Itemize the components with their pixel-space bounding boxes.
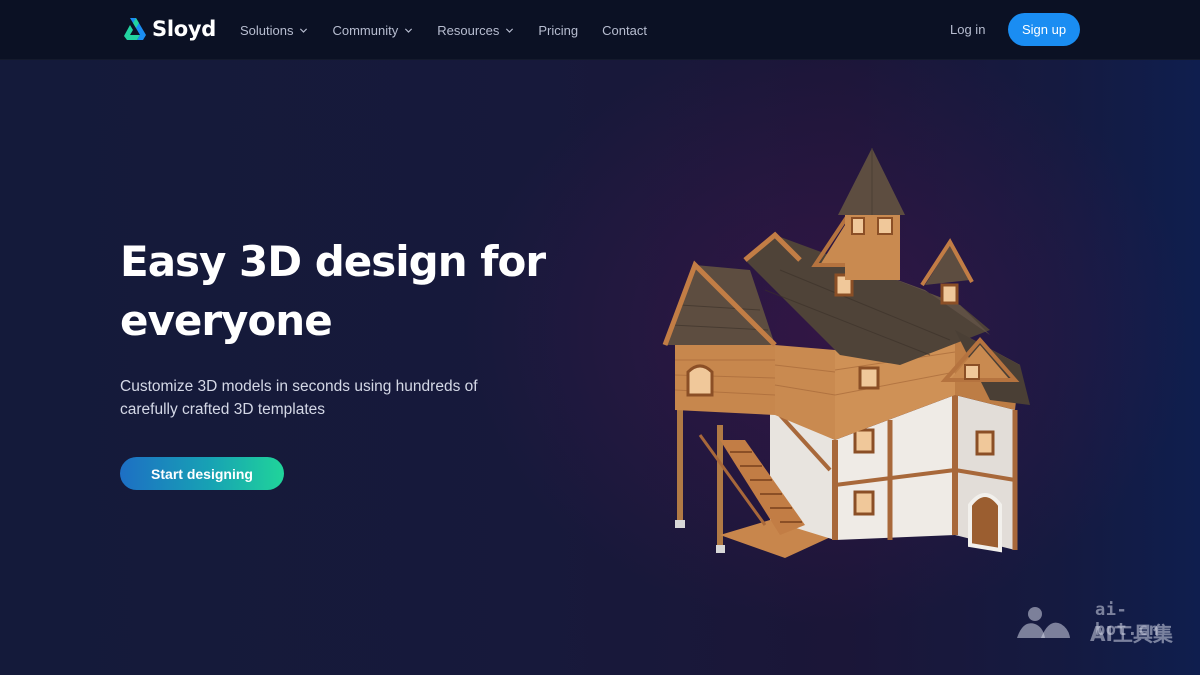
nav-item-resources[interactable]: Resources	[437, 23, 514, 38]
nav-item-pricing[interactable]: Pricing	[538, 23, 578, 38]
signup-button[interactable]: Sign up	[1008, 13, 1080, 46]
start-designing-button[interactable]: Start designing	[120, 457, 284, 490]
hero-subtitle-line-2: carefully crafted 3D templates	[120, 401, 326, 418]
chevron-down-icon	[300, 27, 308, 33]
hero-title-line-1: Easy 3D design for	[120, 237, 546, 286]
chevron-down-icon	[405, 27, 413, 33]
nav-item-label: Contact	[602, 22, 647, 38]
3d-house-illustration	[662, 148, 1030, 558]
nav-item-contact[interactable]: Contact	[602, 23, 647, 38]
nav-item-solutions[interactable]: Solutions	[240, 23, 308, 38]
nav-item-label: Solutions	[240, 22, 294, 38]
nav-item-label: Pricing	[538, 22, 579, 38]
brand-logo[interactable]: Sloyd	[120, 13, 216, 45]
hero-title-line-2: everyone	[120, 296, 333, 345]
nav-item-label: Resources	[437, 22, 500, 38]
watermark-name: AI工具集	[1090, 622, 1173, 646]
nav-item-label: Community	[332, 22, 399, 38]
main-nav: Solutions Community Resources Pricing Co…	[240, 0, 671, 60]
hero-subtitle: Customize 3D models in seconds using hun…	[120, 375, 520, 421]
sloyd-logo-icon	[124, 18, 146, 40]
watermark: ai-bot.cn AI工具集	[1015, 600, 1185, 646]
brand-name: Sloyd	[152, 17, 216, 41]
top-navbar: Sloyd Solutions Community Resources Pric…	[0, 0, 1200, 60]
hero-title: Easy 3D design for everyone	[120, 232, 560, 350]
watermark-logo-icon	[1017, 607, 1070, 638]
nav-item-community[interactable]: Community	[332, 23, 413, 38]
chevron-down-icon	[506, 27, 514, 33]
hero-subtitle-line-1: Customize 3D models in seconds using hun…	[120, 378, 478, 395]
login-link[interactable]: Log in	[950, 22, 985, 37]
